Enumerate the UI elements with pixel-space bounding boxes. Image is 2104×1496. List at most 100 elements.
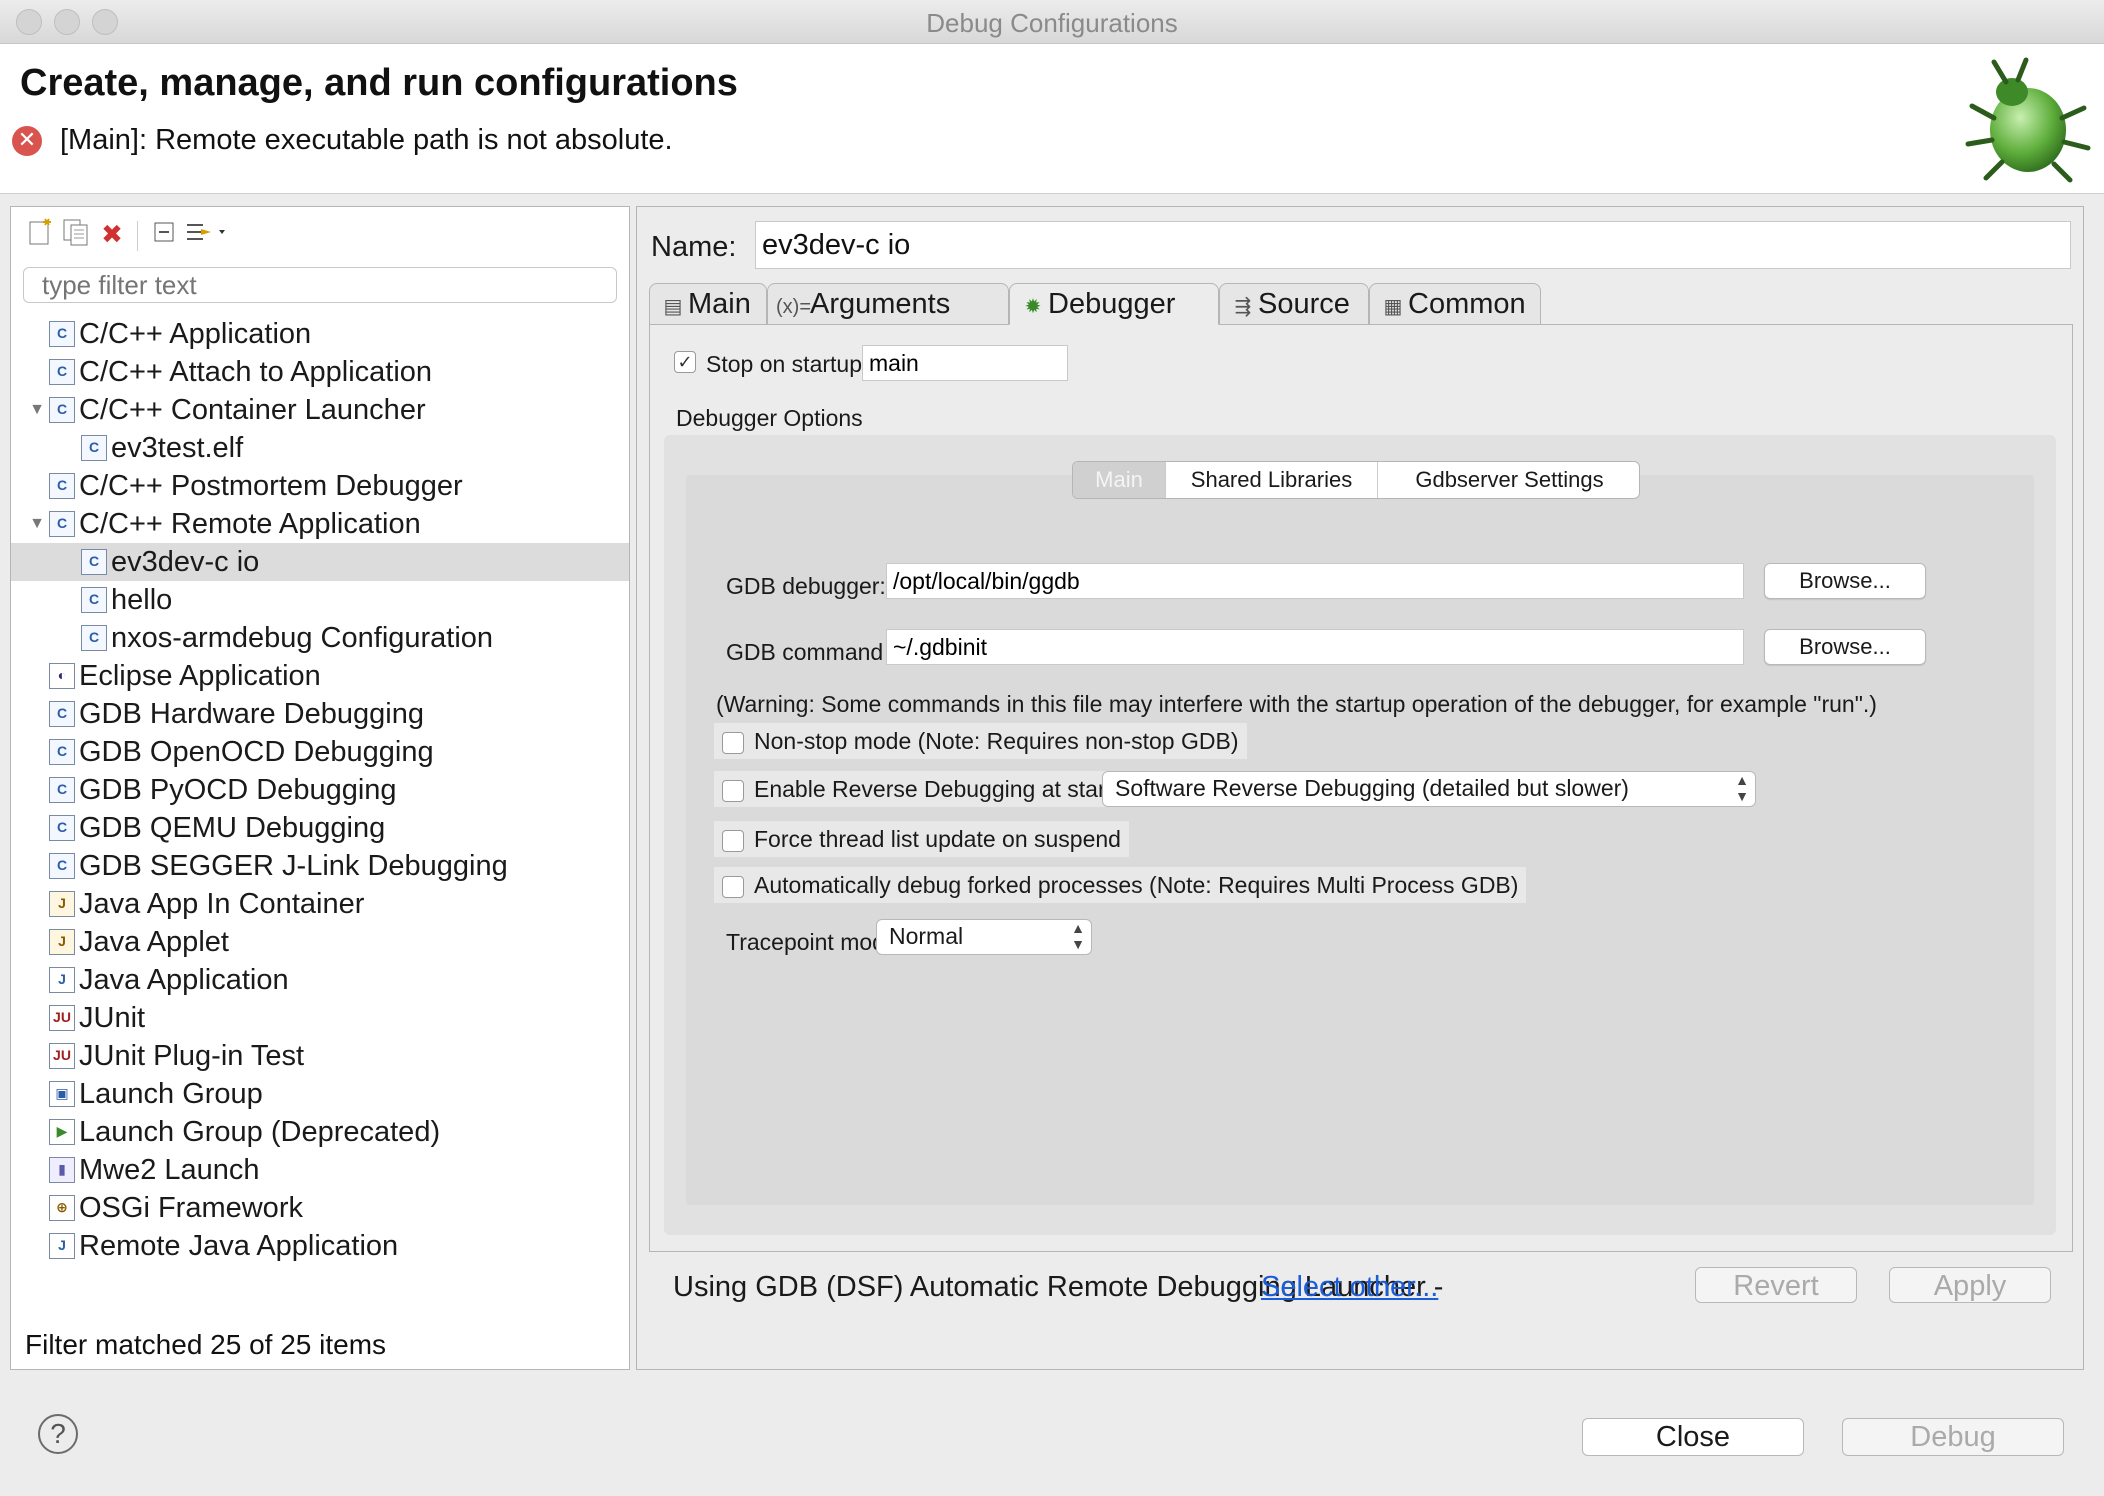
stop-on-startup-checkbox[interactable]: ✓ — [674, 351, 696, 373]
auto-forked-option[interactable]: Automatically debug forked processes (No… — [714, 867, 1527, 903]
tree-item-label: C/C++ Postmortem Debugger — [79, 470, 463, 502]
expand-triangle-icon[interactable]: ▼ — [27, 391, 47, 429]
tree-item[interactable]: ◐ Eclipse Application — [11, 657, 629, 695]
c-icon: C — [49, 473, 75, 499]
debug-bug-icon — [1965, 57, 2091, 183]
debugger-options-group: Main Shared Libraries Gdbserver Settings… — [664, 435, 2056, 1235]
tree-item[interactable]: C GDB OpenOCD Debugging — [11, 733, 629, 771]
tree-item-label: Java App In Container — [79, 888, 365, 920]
tree-item[interactable]: J Java Applet — [11, 923, 629, 961]
reverse-debugging-select[interactable]: Software Reverse Debugging (detailed but… — [1102, 771, 1756, 807]
tree-item-label: Launch Group (Deprecated) — [79, 1116, 441, 1148]
c-icon: C — [49, 321, 75, 347]
force-thread-checkbox[interactable] — [722, 829, 744, 852]
debugger-subtabs: Main Shared Libraries Gdbserver Settings — [1072, 461, 1640, 499]
tree-item[interactable]: ⊕ OSGi Framework — [11, 1189, 629, 1227]
tree-item-label: hello — [111, 584, 173, 616]
tree-item[interactable]: J Remote Java Application — [11, 1227, 629, 1265]
subtab-main[interactable]: Main — [1073, 462, 1165, 498]
mwe2-icon: ▮ — [49, 1157, 75, 1183]
tree-item[interactable]: ▼ C C/C++ Remote Application — [11, 505, 629, 543]
new-config-icon[interactable] — [23, 217, 57, 251]
tree-item-label: Java Applet — [79, 926, 229, 958]
tab-common[interactable]: ▦ Common — [1369, 283, 1541, 325]
tree-item[interactable]: C C/C++ Postmortem Debugger — [11, 467, 629, 505]
force-thread-label: Force thread list update on suspend — [754, 826, 1121, 852]
revert-button[interactable]: Revert — [1695, 1267, 1857, 1303]
duplicate-icon[interactable] — [59, 217, 93, 251]
tree-item[interactable]: C GDB Hardware Debugging — [11, 695, 629, 733]
subtab-gdbserver-settings[interactable]: Gdbserver Settings — [1377, 462, 1639, 498]
tree-item-label: OSGi Framework — [79, 1192, 303, 1224]
tree-item[interactable]: Cnxos-armdebug Configuration — [11, 619, 629, 657]
c-icon: C — [49, 701, 75, 727]
tracepoint-mode-select[interactable]: Normal ▲ ▼ — [876, 919, 1092, 955]
gdb-command-file-field[interactable] — [886, 629, 1744, 665]
tree-item-label: GDB QEMU Debugging — [79, 812, 386, 844]
filter-input[interactable] — [23, 267, 617, 303]
tree-item[interactable]: J Java App In Container — [11, 885, 629, 923]
tree-item[interactable]: JU JUnit Plug-in Test — [11, 1037, 629, 1075]
tree-item[interactable]: J Java Application — [11, 961, 629, 999]
tree-item[interactable]: C GDB SEGGER J-Link Debugging — [11, 847, 629, 885]
reverse-debugging-checkbox[interactable] — [722, 779, 744, 802]
stop-on-startup-field[interactable] — [862, 345, 1068, 381]
gdb-debugger-label: GDB debugger: — [726, 573, 886, 599]
gdb-debugger-browse-button[interactable]: Browse... — [1764, 563, 1926, 599]
tree-item[interactable]: Chello — [11, 581, 629, 619]
tree-item-label: nxos-armdebug Configuration — [111, 622, 494, 654]
apply-button[interactable]: Apply — [1889, 1267, 2051, 1303]
common-icon: ▦ — [1383, 296, 1403, 318]
tree-item[interactable]: Cev3test.elf — [11, 429, 629, 467]
select-other-link[interactable]: Select other... — [1261, 1271, 1438, 1304]
filter-status: Filter matched 25 of 25 items — [25, 1329, 387, 1360]
tab-source[interactable]: ⇶ Source — [1219, 283, 1369, 325]
collapse-all-icon[interactable] — [147, 217, 181, 251]
gdb-debugger-field[interactable] — [886, 563, 1744, 599]
remote-java-icon: J — [49, 1233, 75, 1259]
tree-item[interactable]: Cev3dev-c io — [11, 543, 629, 581]
tree-item-label: Mwe2 Launch — [79, 1154, 260, 1186]
c-icon: C — [81, 625, 107, 651]
c-icon: C — [49, 359, 75, 385]
tab-arguments[interactable]: (x)=Arguments — [767, 283, 1009, 325]
tab-debugger[interactable]: ✹ Debugger — [1009, 283, 1219, 325]
expand-triangle-icon[interactable]: ▼ — [27, 505, 47, 543]
non-stop-option[interactable]: Non-stop mode (Note: Requires non-stop G… — [714, 723, 1247, 759]
tree-item[interactable]: ▼ C C/C++ Container Launcher — [11, 391, 629, 429]
tab-main[interactable]: ▤ Main — [649, 283, 767, 325]
launcher-bar: Using GDB (DSF) Automatic Remote Debuggi… — [637, 1267, 2083, 1331]
debugger-options-label: Debugger Options — [676, 405, 863, 431]
help-icon[interactable]: ? — [38, 1414, 78, 1454]
error-icon: ✕ — [12, 126, 42, 156]
close-button[interactable]: Close — [1582, 1418, 1804, 1456]
tree-item[interactable]: C C/C++ Application — [11, 315, 629, 353]
tree-item[interactable]: ▣ Launch Group — [11, 1075, 629, 1113]
filter-icon[interactable] — [183, 217, 229, 251]
launch-group-icon: ▣ — [49, 1081, 75, 1107]
non-stop-checkbox[interactable] — [722, 731, 744, 754]
configuration-tree: C C/C++ Application C C/C++ Attach to Appli… — [11, 315, 629, 1295]
auto-forked-label: Automatically debug forked processes (No… — [754, 872, 1519, 898]
name-label: Name: — [651, 231, 737, 263]
tree-item-label: ev3dev-c io — [111, 546, 260, 578]
subtab-shared-libraries[interactable]: Shared Libraries — [1165, 462, 1377, 498]
tree-item[interactable]: C GDB PyOCD Debugging — [11, 771, 629, 809]
gdb-command-file-browse-button[interactable]: Browse... — [1764, 629, 1926, 665]
tree-item[interactable]: ▮ Mwe2 Launch — [11, 1151, 629, 1189]
tree-item-label: ev3test.elf — [111, 432, 244, 464]
delete-icon[interactable]: ✖ — [95, 217, 129, 251]
tree-item-label: Eclipse Application — [79, 660, 321, 692]
auto-forked-checkbox[interactable] — [722, 875, 744, 898]
force-thread-option[interactable]: Force thread list update on suspend — [714, 821, 1129, 857]
reverse-debugging-value: Software Reverse Debugging (detailed but… — [1115, 775, 1629, 801]
tree-item[interactable]: ▶ Launch Group (Deprecated) — [11, 1113, 629, 1151]
tree-item[interactable]: JU JUnit — [11, 999, 629, 1037]
name-field[interactable] — [755, 221, 2071, 269]
debug-button[interactable]: Debug — [1842, 1418, 2064, 1456]
tree-item[interactable]: C C/C++ Attach to Application — [11, 353, 629, 391]
tree-item-label: Java Application — [79, 964, 289, 996]
page-title: Create, manage, and run configurations — [20, 62, 738, 104]
launch-group-deprecated-icon: ▶ — [49, 1119, 75, 1145]
tree-item[interactable]: C GDB QEMU Debugging — [11, 809, 629, 847]
